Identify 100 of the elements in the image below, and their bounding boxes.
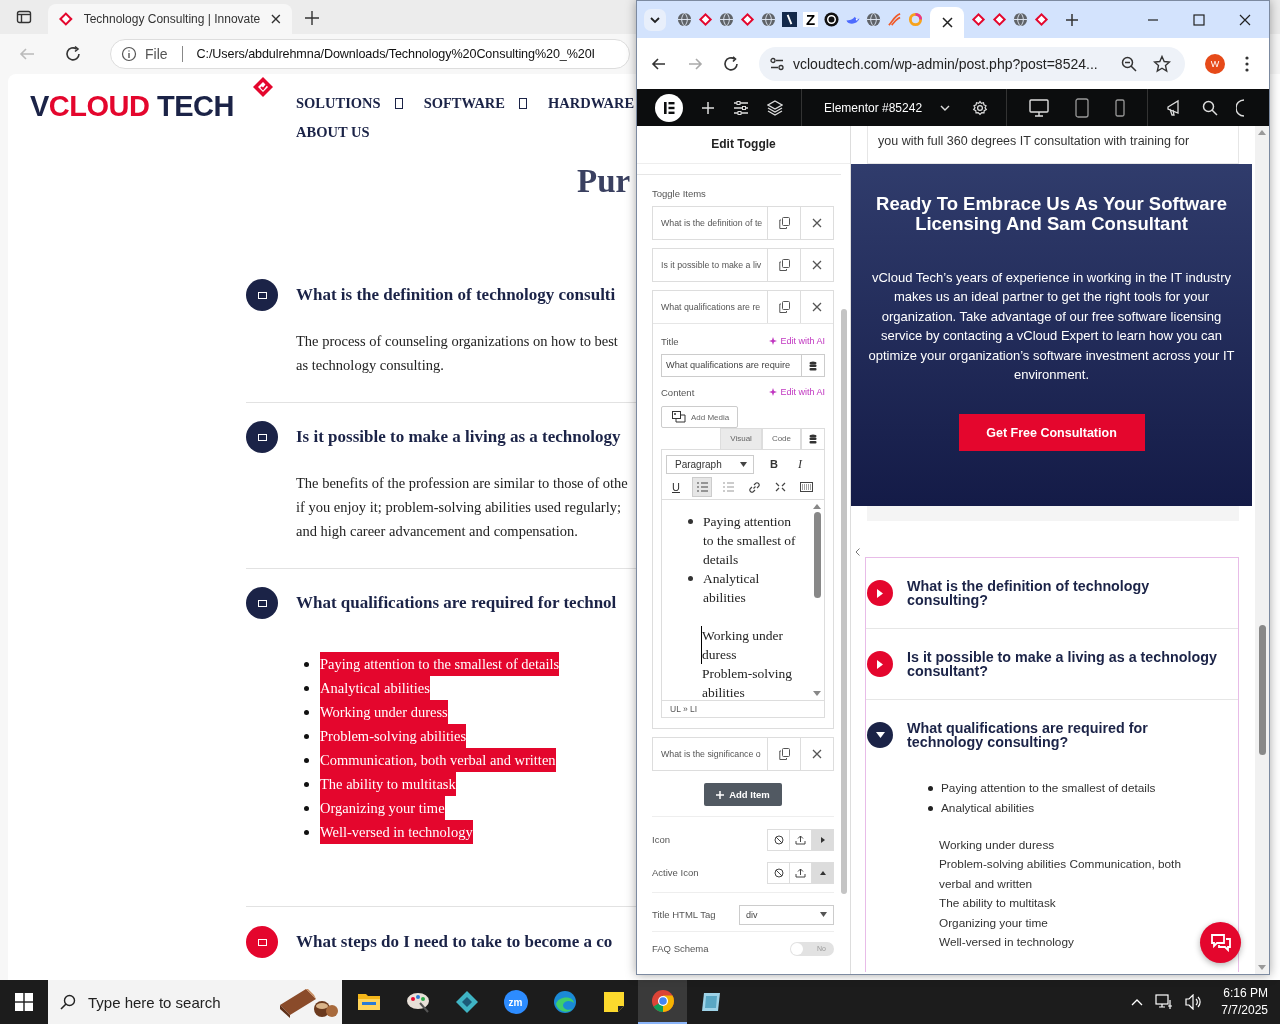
item-title[interactable]: Is it possible to make a liv bbox=[653, 249, 767, 281]
scrollbar[interactable] bbox=[1255, 126, 1269, 974]
scroll-down-icon[interactable] bbox=[813, 691, 821, 696]
scrollbar-thumb[interactable] bbox=[1258, 625, 1266, 755]
site-settings-icon[interactable] bbox=[769, 55, 785, 72]
editor-mode-tab[interactable]: Visual bbox=[720, 428, 762, 449]
upload-icon[interactable] bbox=[795, 867, 806, 878]
add-item-button[interactable]: Add Item bbox=[704, 783, 782, 806]
caret-right-icon[interactable] bbox=[820, 836, 825, 843]
toggle-button[interactable] bbox=[867, 722, 893, 748]
toggle-button[interactable] bbox=[867, 580, 893, 606]
toggle-button[interactable] bbox=[246, 587, 278, 619]
icon-picker[interactable] bbox=[767, 828, 834, 851]
underline-button[interactable]: U bbox=[666, 477, 686, 497]
toggle-button[interactable] bbox=[867, 651, 893, 677]
mobile-icon[interactable] bbox=[1115, 98, 1126, 117]
close-icon[interactable] bbox=[1239, 13, 1251, 26]
document-title[interactable]: Elementor #85242 bbox=[824, 100, 923, 115]
caret-right-icon bbox=[877, 588, 883, 598]
accordion-title[interactable]: What qualifications are required for technology consulting? bbox=[907, 720, 1225, 750]
settings-icon[interactable] bbox=[972, 99, 989, 116]
accordion-title[interactable]: What is the definition of technology consulting? bbox=[907, 578, 1225, 608]
icon-picker[interactable] bbox=[767, 861, 834, 884]
clock-date[interactable]: 7/7/2025 bbox=[1221, 1002, 1268, 1019]
database-icon[interactable] bbox=[809, 434, 817, 444]
browser-tab[interactable]: Technology Consulting | Innovate bbox=[48, 4, 292, 34]
bold-button[interactable]: B bbox=[764, 454, 784, 474]
windows-start-icon[interactable] bbox=[15, 993, 33, 1011]
close-icon[interactable] bbox=[941, 17, 953, 28]
scrollbar-thumb[interactable] bbox=[813, 512, 821, 598]
layers-icon[interactable] bbox=[767, 99, 783, 116]
address-bar[interactable]: File C:/Users/abdulrehmna/Downloads/Technology%20Consulting%20_%20I bbox=[110, 39, 630, 69]
html-tag-select[interactable]: div bbox=[739, 904, 834, 925]
nav-link[interactable]: SOLUTIONS bbox=[296, 95, 403, 112]
toggle-button[interactable] bbox=[246, 926, 278, 958]
search-bar[interactable]: Type here to search bbox=[48, 980, 342, 1024]
zoom-out-icon[interactable] bbox=[1121, 55, 1137, 72]
profile-avatar[interactable]: W bbox=[1205, 53, 1225, 74]
bookmark-star-icon[interactable] bbox=[1153, 54, 1171, 73]
browser-tab[interactable]: Z bbox=[800, 1, 821, 38]
clock-time[interactable]: 6:16 PM bbox=[1223, 985, 1268, 1002]
faq-question[interactable]: Is it possible to make a living as a technology bbox=[296, 427, 621, 447]
volume-icon[interactable] bbox=[1185, 994, 1204, 1010]
menu-icon[interactable] bbox=[1245, 55, 1249, 72]
repeater-item[interactable] bbox=[652, 290, 834, 729]
italic-button[interactable]: I bbox=[790, 454, 810, 474]
tab-search-icon[interactable] bbox=[644, 8, 666, 31]
faq-question[interactable]: What steps do I need to take to become a co bbox=[296, 932, 613, 952]
collapse-icon[interactable] bbox=[855, 548, 860, 556]
close-icon[interactable] bbox=[270, 13, 282, 25]
chat-button[interactable] bbox=[1200, 922, 1241, 963]
consultation-button[interactable]: Get Free Consultation bbox=[958, 414, 1145, 452]
help-icon[interactable] bbox=[1236, 98, 1245, 117]
add-icon[interactable] bbox=[701, 100, 715, 115]
logo-text[interactable]: VCLOUD TECH bbox=[30, 90, 234, 123]
database-icon[interactable] bbox=[809, 360, 817, 371]
new-tab-icon[interactable] bbox=[304, 10, 320, 26]
item-title[interactable]: What qualifications are re bbox=[653, 291, 767, 323]
search-field[interactable]: Type here to search bbox=[86, 992, 270, 1012]
reload-icon[interactable] bbox=[723, 55, 739, 72]
maximize-icon[interactable] bbox=[1193, 13, 1205, 26]
reload-icon[interactable] bbox=[64, 45, 82, 63]
upload-icon[interactable] bbox=[795, 834, 806, 845]
add-media-button[interactable]: Add Media bbox=[661, 406, 739, 428]
scroll-up-icon[interactable] bbox=[813, 504, 821, 509]
none-icon[interactable] bbox=[773, 867, 784, 878]
faq-question[interactable]: What qualifications are required for technol bbox=[296, 593, 617, 613]
title-field[interactable]: What qualifications are require bbox=[661, 354, 825, 377]
search-icon[interactable] bbox=[1202, 99, 1219, 116]
item-title[interactable]: What is the significance o bbox=[653, 738, 767, 770]
nav-link[interactable]: ABOUT US bbox=[296, 124, 370, 141]
back-arrow-icon[interactable] bbox=[651, 55, 667, 72]
none-icon[interactable] bbox=[773, 834, 784, 845]
new-tab-icon[interactable] bbox=[1065, 12, 1079, 27]
toggle-button[interactable] bbox=[246, 279, 278, 311]
taskbar-app-button[interactable] bbox=[638, 980, 687, 1024]
sliders-icon[interactable] bbox=[733, 99, 749, 116]
accordion-title[interactable]: Is it possible to make a living as a technology consultant? bbox=[907, 649, 1225, 679]
edit-with-ai-link[interactable]: Edit with AI bbox=[769, 336, 825, 346]
scrollbar-thumb[interactable] bbox=[841, 309, 847, 894]
tab-actions-icon[interactable] bbox=[16, 9, 32, 25]
faq-question[interactable]: What is the definition of technology consulti bbox=[296, 285, 616, 305]
elementor-logo-icon[interactable] bbox=[655, 93, 683, 122]
nav-link[interactable]: SOFTWARE bbox=[423, 95, 527, 112]
format-select[interactable]: Paragraph bbox=[666, 454, 754, 474]
chevron-down-icon[interactable] bbox=[940, 103, 951, 112]
caret-up-icon[interactable] bbox=[819, 870, 826, 875]
editor-mode-tab[interactable]: Code bbox=[761, 428, 801, 449]
tablet-icon[interactable] bbox=[1075, 97, 1090, 118]
nav-link[interactable]: HARDWARE bbox=[548, 95, 635, 112]
edit-with-ai-link[interactable]: Edit with AI bbox=[769, 387, 825, 397]
repeater-item[interactable]: What is the significance o bbox=[652, 737, 834, 771]
toggle-button[interactable] bbox=[246, 421, 278, 453]
desktop-icon[interactable] bbox=[1029, 98, 1050, 117]
item-title[interactable]: What is the definition of te bbox=[653, 207, 767, 239]
repeater-item[interactable]: What is the definition of te bbox=[652, 206, 834, 240]
address-bar[interactable]: vcloudtech.com/wp-admin/post.php?post=8524... bbox=[759, 46, 1185, 81]
repeater-item[interactable]: Is it possible to make a liv bbox=[652, 248, 834, 282]
chevron-up-icon[interactable] bbox=[1131, 998, 1144, 1006]
network-icon[interactable] bbox=[1155, 994, 1174, 1010]
